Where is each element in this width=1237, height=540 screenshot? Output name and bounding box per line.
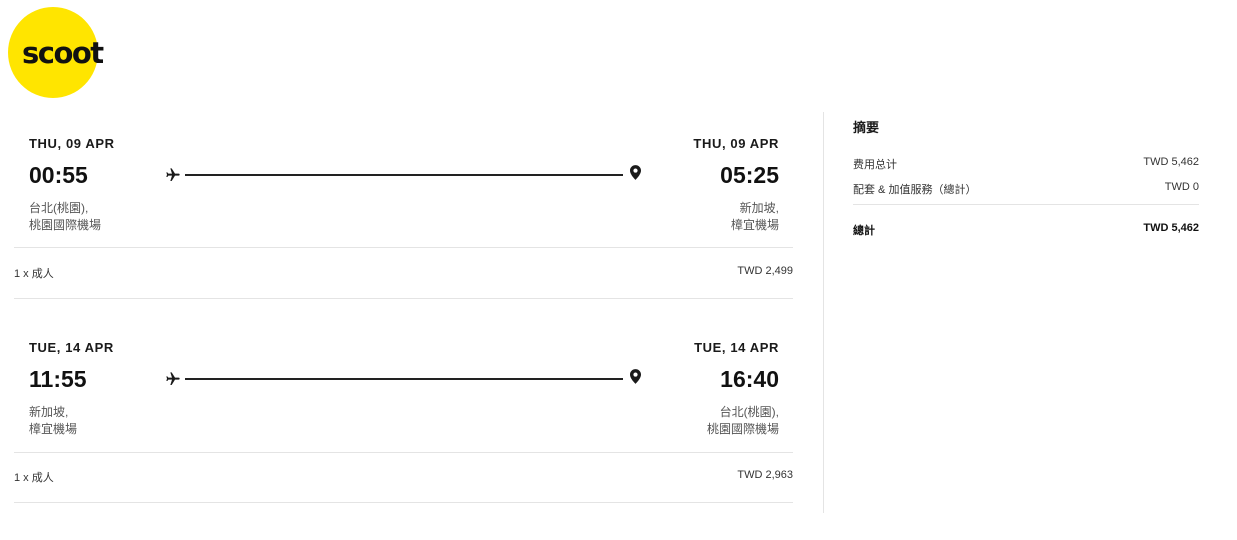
fare-price: TWD 2,499 xyxy=(737,265,793,277)
scoot-logo[interactable]: scoot xyxy=(8,7,104,98)
fare-row: 1 x 成人 TWD 2,499 xyxy=(14,262,793,282)
departure-time: 00:55 xyxy=(29,162,88,188)
arrival-airport: 桃園國際機場 xyxy=(706,422,779,436)
arrival-date: TUE, 14 APR xyxy=(694,340,779,355)
passenger-count: 1 x 成人 xyxy=(14,268,54,280)
summary-title: 摘要 xyxy=(853,120,880,135)
arrival-location: 台北(桃園), 桃園國際機場 xyxy=(707,404,779,438)
divider xyxy=(14,502,793,503)
route-line xyxy=(185,378,623,380)
arrival-location: 新加坡, 樟宜機場 xyxy=(731,200,779,234)
airplane-icon xyxy=(166,372,180,385)
divider xyxy=(14,298,793,299)
arrival-city: 台北(桃園), xyxy=(719,405,779,419)
divider xyxy=(14,452,793,453)
fare-total-label: 费用总计 xyxy=(853,159,897,171)
departure-time: 11:55 xyxy=(29,366,87,392)
grand-total-value: TWD 5,462 xyxy=(1143,222,1199,234)
arrival-time: 16:40 xyxy=(720,366,779,392)
map-pin-icon xyxy=(630,369,641,384)
passenger-count: 1 x 成人 xyxy=(14,472,54,484)
departure-airport: 樟宜機場 xyxy=(29,422,78,436)
departure-date: TUE, 14 APR xyxy=(29,340,114,355)
arrival-time: 05:25 xyxy=(720,162,779,188)
fare-total-value: TWD 5,462 xyxy=(1143,156,1199,168)
arrival-city: 新加坡, xyxy=(739,201,779,215)
grand-total-label: 總計 xyxy=(853,225,875,237)
departure-location: 新加坡, 樟宜機場 xyxy=(29,404,77,438)
addons-value: TWD 0 xyxy=(1164,181,1199,193)
map-pin-icon xyxy=(630,165,641,180)
vertical-divider xyxy=(823,112,824,513)
departure-date: THU, 09 APR xyxy=(29,136,115,151)
departure-location: 台北(桃園), 桃園國際機場 xyxy=(29,200,101,234)
addons-label: 配套 & 加值服務（總計） xyxy=(853,184,977,196)
airplane-icon xyxy=(166,168,180,181)
departure-city: 台北(桃園), xyxy=(29,201,89,215)
logo-text: scoot xyxy=(22,36,104,70)
divider xyxy=(14,247,793,248)
arrival-airport: 樟宜機場 xyxy=(730,218,779,232)
departure-city: 新加坡, xyxy=(29,405,69,419)
departure-airport: 桃園國際機場 xyxy=(29,218,102,232)
route-line xyxy=(185,174,623,176)
fare-price: TWD 2,963 xyxy=(737,469,793,481)
arrival-date: THU, 09 APR xyxy=(693,136,779,151)
fare-row: 1 x 成人 TWD 2,963 xyxy=(14,466,793,486)
summary-divider xyxy=(853,204,1199,205)
